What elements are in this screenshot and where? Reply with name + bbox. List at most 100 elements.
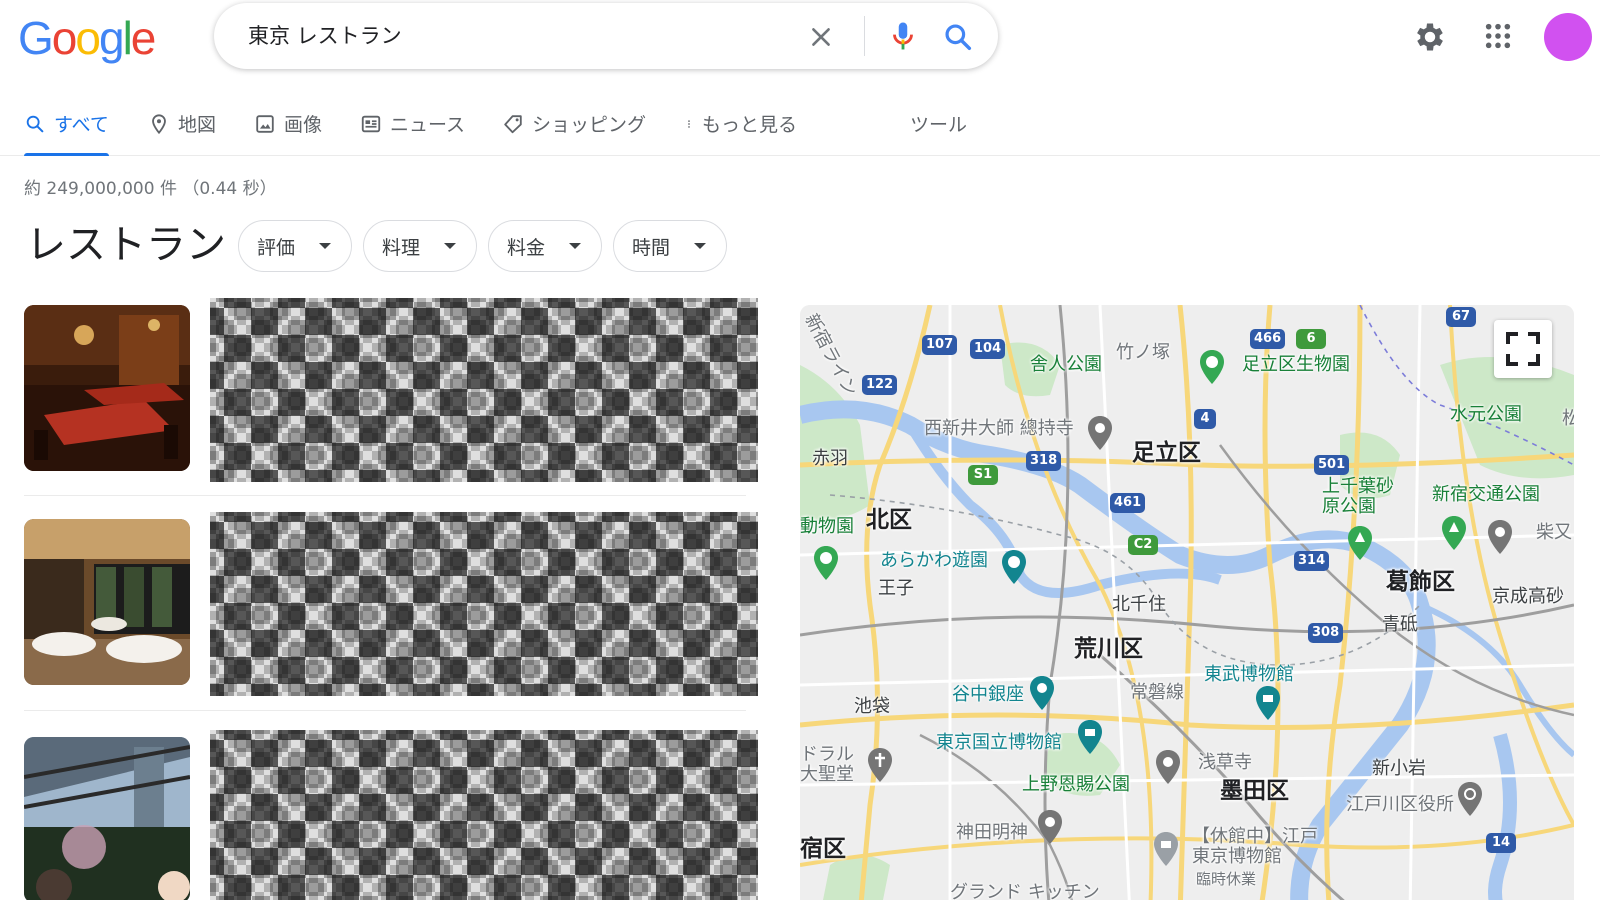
news-icon [361,115,381,133]
dropdown-arrow-icon [694,243,706,249]
search-icon [26,115,44,133]
tab-label: 画像 [284,114,323,136]
route-shield: 466 [1250,329,1286,349]
tab-shopping[interactable]: ショッピング [502,110,646,156]
image-icon [256,115,274,133]
park-pin-icon [1348,526,1372,560]
fullscreen-icon [1506,332,1540,366]
fullscreen-button[interactable] [1494,320,1552,378]
map-place-label: 松 [1562,408,1574,429]
museum-pin-icon [1154,832,1178,866]
government-pin-icon [1458,782,1482,816]
local-results-title: レストラン [26,222,226,268]
route-shield: 4 [1194,409,1216,429]
logo-letter: g [98,12,125,64]
map-area-label: 北区 [866,507,912,533]
apps-grid-icon[interactable] [1484,22,1512,50]
account-avatar[interactable] [1544,13,1592,61]
tab-label: すべて [54,114,109,136]
tag-icon [504,115,522,134]
search-divider [864,16,865,56]
search-box[interactable]: 東京 レストラン [214,3,998,69]
route-shield: 107 [922,335,958,355]
route-shield: S1 [968,465,998,485]
chip-label: 評価 [257,236,296,259]
tools-button[interactable]: ツール [910,110,967,156]
tab-maps[interactable]: 地図 [148,110,216,156]
map-place-label: グランド キッチン [950,882,1100,900]
route-shield: 104 [970,339,1006,359]
route-shield: 501 [1314,455,1350,475]
tab-label: ショッピング [532,114,647,136]
search-icon[interactable] [942,21,974,53]
route-shield: C2 [1128,535,1158,555]
museum-pin-icon [1256,686,1280,720]
restaurant-photo [24,519,190,685]
result-stats: 約 249,000,000 件 （0.44 秒） [24,179,277,199]
map-area-label: 足立区 [1132,440,1201,466]
pixelated-result-text [210,298,758,482]
temple-pin-icon [1088,416,1112,450]
tab-label: ツール [910,114,968,136]
route-shield: 122 [862,375,898,395]
map-place-label: 西新井大師 總持寺 [924,418,1074,439]
logo-letter: e [130,12,157,64]
map-place-label: 赤羽 [812,448,848,469]
map-park-label: あらかわ遊園 [880,550,988,571]
microphone-icon[interactable] [886,19,920,53]
restaurant-result[interactable] [0,512,760,702]
filter-rating[interactable]: 評価 [238,220,352,272]
close-icon[interactable] [808,24,834,50]
logo-letter: o [75,12,101,64]
map-park-label: 足立区生物園 [1242,354,1350,375]
tab-more[interactable]: もっと見る [684,110,797,156]
chip-label: 時間 [632,236,671,259]
map-place-label: 京成高砂 [1492,586,1564,607]
restaurant-result[interactable] [0,298,760,488]
search-tabs: すべて 地図 画像 ニュース ショッピング もっと見る ツール [0,96,1600,156]
results-map[interactable]: 足立区 北区 荒川区 葛飾区 墨田区 宿区 舎人公園 足立区生物園 水元公園 上… [800,305,1574,900]
gear-icon[interactable] [1412,19,1448,55]
temple-pin-icon [1156,750,1180,784]
search-input[interactable]: 東京 レストラン [248,21,402,51]
map-place-label: ドラル大聖堂 [800,744,854,785]
map-area-label: 宿区 [800,836,846,862]
map-area-label: 墨田区 [1220,778,1289,804]
map-park-label: 動物園 [800,516,854,537]
route-shield: 318 [1026,451,1062,471]
map-place-label: 青砥 [1382,614,1418,635]
logo-letter: l [122,12,133,64]
map-park-label: 新宿交通公園 [1432,484,1540,505]
map-place-label: 新小岩 [1372,758,1426,779]
park-pin-icon [1442,516,1466,550]
logo-letter: o [51,12,78,64]
map-place-label: 北千住 [1112,594,1166,615]
map-place-label: 浅草寺 [1198,752,1252,773]
route-shield: 461 [1110,493,1146,513]
church-pin-icon [868,748,892,782]
map-park-label: 舎人公園 [1030,354,1102,375]
tab-news[interactable]: ニュース [360,110,465,156]
filter-price[interactable]: 料金 [488,220,602,272]
tab-label: ニュース [390,114,466,136]
shopping-pin-icon [1030,676,1054,710]
map-place-label: 池袋 [854,696,890,717]
map-place-label: 竹ノ塚 [1116,342,1170,363]
result-divider [24,495,746,496]
tab-all[interactable]: すべて [24,110,109,156]
pixelated-result-text [210,730,758,900]
map-park-label: 上野恩賜公園 [1022,774,1130,795]
route-shield: 67 [1446,307,1476,327]
filter-cuisine[interactable]: 料理 [363,220,477,272]
route-shield: 314 [1294,551,1330,571]
google-logo[interactable]: Google [18,10,157,66]
restaurant-result[interactable] [0,730,760,900]
map-place-label: 臨時休業 [1196,870,1257,888]
filter-hours[interactable]: 時間 [613,220,727,272]
pixelated-result-text [210,512,758,696]
tab-images[interactable]: 画像 [254,110,322,156]
route-shield: 308 [1308,623,1344,643]
route-shield: 14 [1486,833,1516,853]
map-place-label: 東武博物館 [1204,664,1294,685]
park-pin-icon [814,546,838,580]
